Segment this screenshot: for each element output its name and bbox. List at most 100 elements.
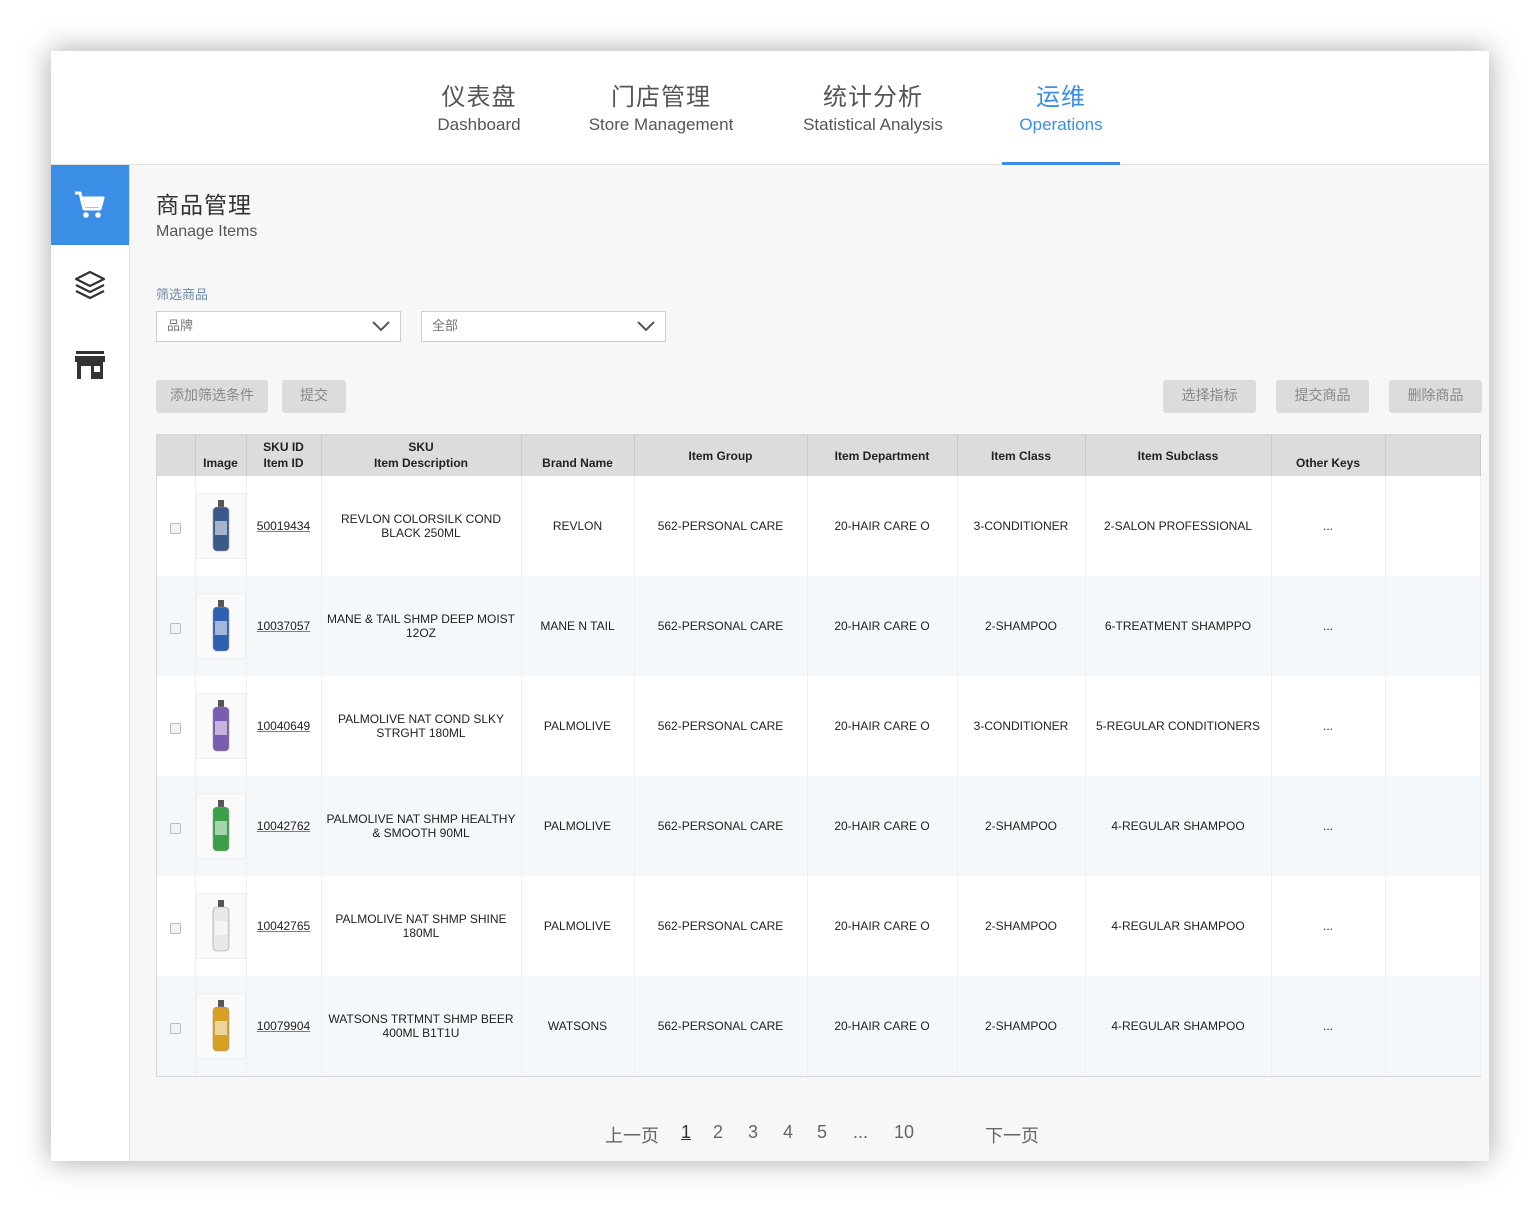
sku-link[interactable]: 50019434: [257, 519, 310, 533]
page-4[interactable]: 4: [783, 1122, 793, 1143]
page-10[interactable]: 10: [894, 1122, 914, 1143]
submit-items-button[interactable]: 提交商品: [1276, 380, 1369, 413]
row-brand: REVLON: [521, 476, 635, 576]
row-blank: [1385, 876, 1481, 976]
page-5[interactable]: 5: [817, 1122, 827, 1143]
row-class: 2-SHAMPOO: [957, 876, 1086, 976]
sku-link[interactable]: 10079904: [257, 1019, 310, 1033]
row-image-cell: [195, 776, 247, 876]
app-window: 仪表盘 Dashboard 门店管理 Store Management 统计分析…: [51, 51, 1489, 1161]
row-description: PALMOLIVE NAT SHMP SHINE 180ML: [321, 876, 522, 976]
product-bottle-icon: [212, 500, 229, 552]
tab-operations-zh: 运维: [1036, 83, 1086, 111]
chevron-down-icon: [637, 321, 655, 332]
row-department: 20-HAIR CARE O: [807, 676, 958, 776]
row-class: 3-CONDITIONER: [957, 676, 1086, 776]
sku-link[interactable]: 10042762: [257, 819, 310, 833]
table-row[interactable]: 10040649 PALMOLIVE NAT COND SLKY STRGHT 1…: [157, 676, 1481, 776]
product-thumbnail: [195, 793, 246, 859]
sidebar-item-layers[interactable]: [51, 245, 129, 325]
row-checkbox[interactable]: [170, 722, 182, 734]
row-checkbox[interactable]: [170, 622, 182, 634]
product-bottle-icon: [212, 800, 229, 852]
row-checkbox-cell: [157, 876, 196, 976]
product-bottle-icon: [212, 700, 229, 752]
row-description: WATSONS TRTMNT SHMP BEER 400ML B1T1U: [321, 976, 522, 1076]
value-select[interactable]: 全部: [421, 311, 666, 342]
tab-statistical-analysis-en: Statistical Analysis: [803, 115, 943, 134]
sidebar-item-items[interactable]: [51, 165, 129, 245]
header-sku-desc-line1: SKU: [408, 440, 434, 454]
table-row[interactable]: 50019434 REVLON COLORSILK COND BLACK 250M…: [157, 476, 1481, 576]
row-checkbox[interactable]: [170, 1022, 182, 1034]
row-description: MANE & TAIL SHMP DEEP MOIST 12OZ: [321, 576, 522, 676]
tab-store-management[interactable]: 门店管理 Store Management: [587, 51, 735, 165]
row-blank: [1385, 576, 1481, 676]
row-sku-cell: 10037057: [246, 576, 322, 676]
row-checkbox[interactable]: [170, 822, 182, 834]
sku-link[interactable]: 10037057: [257, 619, 310, 633]
page-subtitle: Manage Items: [156, 223, 258, 240]
page-2[interactable]: 2: [713, 1122, 723, 1143]
page-1[interactable]: 1: [681, 1122, 691, 1143]
product-bottle-icon: [212, 900, 229, 952]
row-image-cell: [195, 976, 247, 1076]
table-row[interactable]: 10079904 WATSONS TRTMNT SHMP BEER 400ML B…: [157, 976, 1481, 1076]
row-subclass: 4-REGULAR SHAMPOO: [1085, 776, 1272, 876]
value-select-value: 全部: [432, 319, 459, 334]
tab-store-management-zh: 门店管理: [611, 83, 711, 111]
row-image-cell: [195, 476, 247, 576]
row-checkbox[interactable]: [170, 922, 182, 934]
row-image-cell: [195, 676, 247, 776]
product-thumbnail: [195, 993, 246, 1059]
row-group: 562-PERSONAL CARE: [634, 676, 808, 776]
prev-page-button[interactable]: 上一页: [605, 1122, 659, 1148]
row-brand: MANE N TAIL: [521, 576, 635, 676]
delete-items-button[interactable]: 删除商品: [1389, 380, 1482, 413]
tab-statistical-analysis[interactable]: 统计分析 Statistical Analysis: [799, 51, 947, 165]
submit-filter-button[interactable]: 提交: [282, 380, 346, 413]
row-blank: [1385, 776, 1481, 876]
sku-link[interactable]: 10042765: [257, 919, 310, 933]
row-sku-cell: 10042762: [246, 776, 322, 876]
brand-select-value: 品牌: [167, 319, 194, 334]
tab-dashboard[interactable]: 仪表盘 Dashboard: [429, 51, 529, 165]
select-metrics-button[interactable]: 选择指标: [1163, 380, 1256, 413]
add-filter-button[interactable]: 添加筛选条件: [156, 380, 268, 413]
row-image-cell: [195, 576, 247, 676]
sidebar-item-store[interactable]: [51, 325, 129, 405]
table-row[interactable]: 10042765 PALMOLIVE NAT SHMP SHINE 180ML PA…: [157, 876, 1481, 976]
row-brand: PALMOLIVE: [521, 676, 635, 776]
page-3[interactable]: 3: [748, 1122, 758, 1143]
brand-select[interactable]: 品牌: [156, 311, 401, 342]
product-thumbnail: [195, 593, 246, 659]
row-brand: PALMOLIVE: [521, 776, 635, 876]
row-other-keys[interactable]: ...: [1271, 476, 1386, 576]
row-checkbox-cell: [157, 976, 196, 1076]
row-other-keys[interactable]: ...: [1271, 976, 1386, 1076]
row-other-keys[interactable]: ...: [1271, 576, 1386, 676]
row-class: 2-SHAMPOO: [957, 776, 1086, 876]
pagination: 上一页 1 2 3 4 5 ... 10 下一页: [156, 1122, 1486, 1146]
sku-link[interactable]: 10040649: [257, 719, 310, 733]
row-other-keys[interactable]: ...: [1271, 776, 1386, 876]
tab-operations[interactable]: 运维 Operations: [1002, 51, 1120, 165]
product-thumbnail: [195, 693, 246, 759]
row-other-keys[interactable]: ...: [1271, 676, 1386, 776]
sidebar: [51, 165, 130, 1161]
row-other-keys[interactable]: ...: [1271, 876, 1386, 976]
header-subclass: Item Subclass: [1085, 435, 1272, 476]
next-page-button[interactable]: 下一页: [985, 1122, 1039, 1148]
tab-operations-en: Operations: [1019, 115, 1103, 134]
tab-statistical-analysis-zh: 统计分析: [823, 83, 923, 111]
tab-store-management-en: Store Management: [588, 115, 734, 134]
page-ellipsis: ...: [853, 1122, 869, 1142]
items-table: Image SKU ID Item ID SKU Item Descriptio…: [156, 434, 1481, 1077]
row-blank: [1385, 976, 1481, 1076]
table-row[interactable]: 10037057 MANE & TAIL SHMP DEEP MOIST 12OZ…: [157, 576, 1481, 676]
header-sku-id: SKU ID Item ID: [246, 435, 322, 476]
row-checkbox[interactable]: [170, 522, 182, 534]
table-row[interactable]: 10042762 PALMOLIVE NAT SHMP HEALTHY & SMO…: [157, 776, 1481, 876]
row-brand: WATSONS: [521, 976, 635, 1076]
row-subclass: 4-REGULAR SHAMPOO: [1085, 976, 1272, 1076]
